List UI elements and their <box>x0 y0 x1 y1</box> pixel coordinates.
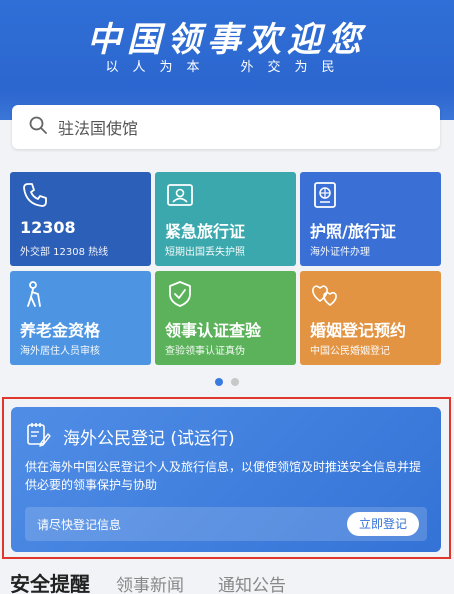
service-tile-marriage[interactable]: 婚姻登记预约 中国公民婚姻登记 <box>300 271 441 365</box>
tab-safety-alerts[interactable]: 安全提醒 <box>10 568 90 594</box>
pagination-dot-active[interactable] <box>215 378 223 386</box>
tile-title: 婚姻登记预约 <box>310 321 407 340</box>
overseas-registration-card: 海外公民登记 (试运行) 供在海外中国公民登记个人及旅行信息，以便使领馆及时推送… <box>11 407 441 552</box>
carousel-pagination <box>0 378 454 386</box>
service-grid: 12308 外交部 12308 热线 紧急旅行证 短期出国丢失护照 护照/旅行证… <box>10 172 441 365</box>
tile-title: 12308 <box>20 218 76 237</box>
tile-subtitle: 海外居住人员审核 <box>20 346 100 357</box>
news-tabs: 安全提醒 领事新闻 通知公告 <box>10 568 320 594</box>
service-tile-passport[interactable]: 护照/旅行证 海外证件办理 <box>300 172 441 266</box>
elderly-icon <box>20 279 50 309</box>
search-bar[interactable]: 驻法国使馆 <box>12 105 440 149</box>
tile-title: 养老金资格 <box>20 321 101 340</box>
pagination-dot[interactable] <box>231 378 239 386</box>
phone-icon <box>20 180 50 210</box>
registration-bar: 请尽快登记信息 立即登记 <box>25 507 427 541</box>
tab-announcements[interactable]: 通知公告 <box>218 571 286 594</box>
register-now-button[interactable]: 立即登记 <box>347 512 419 536</box>
service-tile-12308[interactable]: 12308 外交部 12308 热线 <box>10 172 151 266</box>
tile-subtitle: 中国公民婚姻登记 <box>310 346 390 357</box>
passport-icon <box>310 180 340 210</box>
search-icon <box>28 115 48 139</box>
id-card-icon <box>165 180 195 210</box>
slogan-subtitle: 以人为本 外交为民 <box>105 60 349 75</box>
tile-subtitle: 外交部 12308 热线 <box>20 247 109 258</box>
edit-document-icon <box>25 421 51 447</box>
slogan-title: 中国领事欢迎您 <box>87 20 367 60</box>
tile-title: 护照/旅行证 <box>310 222 396 241</box>
card-title: 海外公民登记 (试运行) <box>63 429 235 449</box>
tab-consular-news[interactable]: 领事新闻 <box>116 571 184 594</box>
search-input[interactable]: 驻法国使馆 <box>58 115 138 139</box>
shield-check-icon <box>165 279 195 309</box>
hearts-icon <box>310 279 340 309</box>
tile-subtitle: 查验领事认证真伪 <box>165 346 245 357</box>
service-tile-pension[interactable]: 养老金资格 海外居住人员审核 <box>10 271 151 365</box>
tile-title: 领事认证查验 <box>165 321 262 340</box>
tile-subtitle: 海外证件办理 <box>310 247 370 258</box>
service-tile-consular-verification[interactable]: 领事认证查验 查验领事认证真伪 <box>155 271 296 365</box>
tile-subtitle: 短期出国丢失护照 <box>165 247 245 258</box>
registration-hint: 请尽快登记信息 <box>37 518 122 532</box>
service-tile-emergency-travel[interactable]: 紧急旅行证 短期出国丢失护照 <box>155 172 296 266</box>
card-description: 供在海外中国公民登记个人及旅行信息，以便使领馆及时推送安全信息并提供必要的领事保… <box>25 460 422 492</box>
tile-title: 紧急旅行证 <box>165 222 246 241</box>
